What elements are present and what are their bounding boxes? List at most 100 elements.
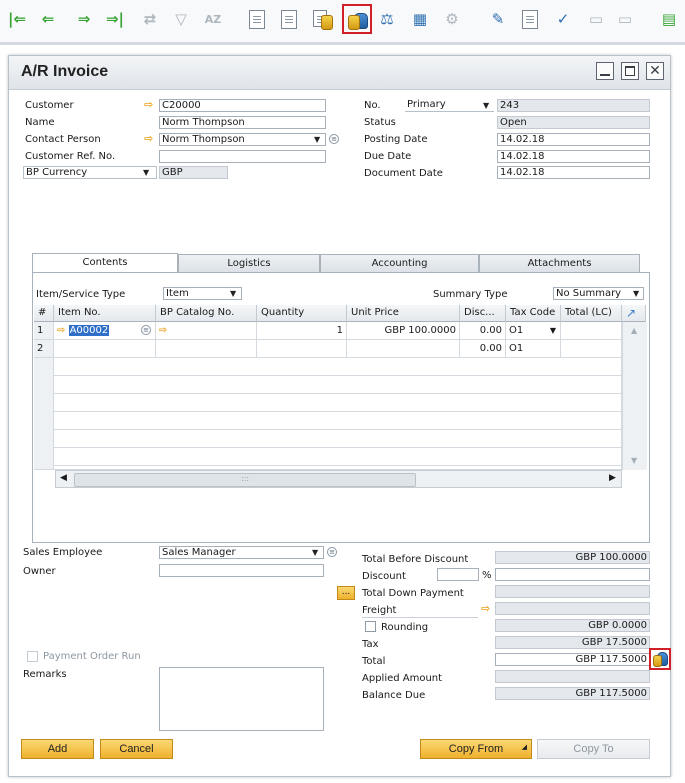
previous-record-icon[interactable]: ⇐: [37, 8, 59, 30]
new-document-icon[interactable]: [519, 8, 541, 30]
add-button[interactable]: Add: [21, 739, 94, 759]
expand-columns-icon[interactable]: ↗: [622, 305, 646, 322]
table-row-total-cell[interactable]: [561, 322, 622, 340]
rounding-checkbox[interactable]: [365, 621, 376, 632]
summary-type-select[interactable]: No Summary: [553, 287, 644, 300]
catalog-link-arrow-icon[interactable]: ⇨: [159, 325, 167, 336]
item-link-arrow-icon[interactable]: ⇨: [57, 325, 65, 336]
table-row-total-cell[interactable]: [561, 340, 622, 358]
cancel-button[interactable]: Cancel: [100, 739, 173, 759]
row-number-empty: [34, 358, 54, 470]
total-before-discount-label: Total Before Discount: [362, 554, 469, 565]
table-row-tax-cell[interactable]: O1 ▼: [506, 322, 561, 340]
reports-icon[interactable]: [311, 8, 333, 30]
payment-means-icon[interactable]: ⚖: [376, 8, 398, 30]
table-row-catalog-cell[interactable]: [156, 340, 257, 358]
tax-code-dropdown-icon[interactable]: ▼: [550, 322, 556, 339]
approval-icon[interactable]: ✓: [552, 8, 574, 30]
scroll-right-icon[interactable]: ▶: [609, 473, 616, 483]
table-row-price-cell[interactable]: GBP 100.0000: [347, 322, 460, 340]
tab-logistics[interactable]: Logistics: [178, 254, 320, 272]
col-header-discount[interactable]: Disc...: [460, 305, 506, 322]
sales-employee-details-icon[interactable]: ≡: [327, 547, 337, 557]
toolbar: |⇐ ⇐ ⇒ ⇒| ⇄ ▽ AZ ⚖ ▦ ⚙ ✎ ✓ ▭ ▭ ▤: [0, 0, 685, 45]
name-field[interactable]: Norm Thompson: [159, 116, 326, 129]
table-row-disc-cell[interactable]: 0.00: [460, 322, 506, 340]
item-no-value[interactable]: A00002: [68, 325, 110, 336]
document-icon[interactable]: [246, 8, 268, 30]
layout-icon[interactable]: ⚙: [441, 8, 463, 30]
gross-profit-icon[interactable]: [342, 4, 372, 34]
table-row-item-cell[interactable]: ⇨ A00002 ≡: [54, 322, 156, 340]
edit-icon[interactable]: ✎: [487, 8, 509, 30]
currency-type-select[interactable]: BP Currency: [23, 166, 157, 179]
series-select[interactable]: Primary: [405, 99, 494, 112]
customer-ref-field[interactable]: [159, 150, 326, 163]
table-row-qty-cell[interactable]: [257, 340, 347, 358]
contact-person-select[interactable]: Norm Thompson: [159, 133, 326, 146]
discount-amount-field[interactable]: [495, 568, 650, 581]
close-button[interactable]: ✕: [646, 62, 664, 80]
first-record-icon[interactable]: |⇐: [6, 8, 28, 30]
tab-attachments[interactable]: Attachments: [479, 254, 640, 272]
sales-employee-select[interactable]: Sales Manager: [159, 546, 324, 559]
chat-icon[interactable]: ▭: [614, 8, 636, 30]
contact-link-arrow-icon[interactable]: ⇨: [144, 133, 157, 144]
down-payment-button[interactable]: ...: [337, 586, 355, 600]
freight-link-arrow-icon[interactable]: ⇨: [481, 603, 494, 614]
sort-icon[interactable]: AZ: [202, 8, 224, 30]
remarks-textarea[interactable]: [159, 667, 324, 731]
message-icon[interactable]: ▭: [585, 8, 607, 30]
table-row-tax-cell[interactable]: O1: [506, 340, 561, 358]
table-row-price-cell[interactable]: [347, 340, 460, 358]
item-type-dropdown-icon[interactable]: ▼: [230, 289, 236, 298]
due-date-field[interactable]: 14.02.18: [497, 150, 650, 163]
refresh-icon[interactable]: ⇄: [139, 8, 161, 30]
sales-employee-dropdown-icon[interactable]: ▼: [312, 548, 318, 557]
maximize-button[interactable]: [621, 62, 639, 80]
contact-details-icon[interactable]: ≡: [329, 134, 339, 144]
copy-from-button[interactable]: Copy From ◢: [420, 739, 532, 759]
col-header-tax-code[interactable]: Tax Code: [506, 305, 561, 322]
customer-field[interactable]: C20000: [159, 99, 326, 112]
document-date-field[interactable]: 14.02.18: [497, 166, 650, 179]
calendar-icon[interactable]: ▤: [658, 8, 680, 30]
payment-order-run-checkbox[interactable]: [27, 651, 38, 662]
tab-accounting[interactable]: Accounting: [320, 254, 479, 272]
posting-date-field[interactable]: 14.02.18: [497, 133, 650, 146]
contact-dropdown-icon[interactable]: ▼: [314, 135, 320, 144]
horizontal-scrollbar[interactable]: ◀ ::: ▶: [55, 470, 622, 488]
copy-from-dropdown-icon[interactable]: ◢: [522, 739, 527, 757]
table-row-item-cell[interactable]: [54, 340, 156, 358]
currency-type-dropdown-icon[interactable]: ▼: [143, 168, 149, 177]
customer-link-arrow-icon[interactable]: ⇨: [144, 99, 157, 110]
col-header-unit-price[interactable]: Unit Price: [347, 305, 460, 322]
scroll-thumb[interactable]: :::: [74, 473, 416, 487]
copy-document-icon[interactable]: [278, 8, 300, 30]
copy-to-button[interactable]: Copy To: [537, 739, 650, 759]
table-row-qty-cell[interactable]: 1: [257, 322, 347, 340]
gross-profit-total-icon[interactable]: [649, 648, 671, 670]
discount-pct-field[interactable]: [437, 568, 479, 581]
table-row-disc-cell[interactable]: 0.00: [460, 340, 506, 358]
base-document-icon[interactable]: ▦: [409, 8, 431, 30]
scroll-left-icon[interactable]: ◀: [60, 473, 67, 483]
scroll-down-icon[interactable]: ▼: [631, 456, 637, 465]
minimize-button[interactable]: [596, 62, 614, 80]
scroll-up-icon[interactable]: ▲: [631, 326, 637, 335]
col-header-quantity[interactable]: Quantity: [257, 305, 347, 322]
next-record-icon[interactable]: ⇒: [73, 8, 95, 30]
applied-amount-label: Applied Amount: [362, 673, 443, 684]
series-dropdown-icon[interactable]: ▼: [483, 101, 489, 110]
table-row-catalog-cell[interactable]: ⇨: [156, 322, 257, 340]
owner-field[interactable]: [159, 564, 324, 577]
vertical-scrollbar[interactable]: ▲ ▼: [622, 322, 647, 470]
filter-icon[interactable]: ▽: [170, 8, 192, 30]
summary-type-dropdown-icon[interactable]: ▼: [633, 289, 639, 298]
tab-contents[interactable]: Contents: [32, 253, 178, 273]
col-header-total-lc[interactable]: Total (LC): [561, 305, 622, 322]
item-details-icon[interactable]: ≡: [141, 325, 151, 335]
last-record-icon[interactable]: ⇒|: [104, 8, 126, 30]
col-header-bp-catalog[interactable]: BP Catalog No.: [156, 305, 257, 322]
col-header-item-no[interactable]: Item No.: [54, 305, 156, 322]
